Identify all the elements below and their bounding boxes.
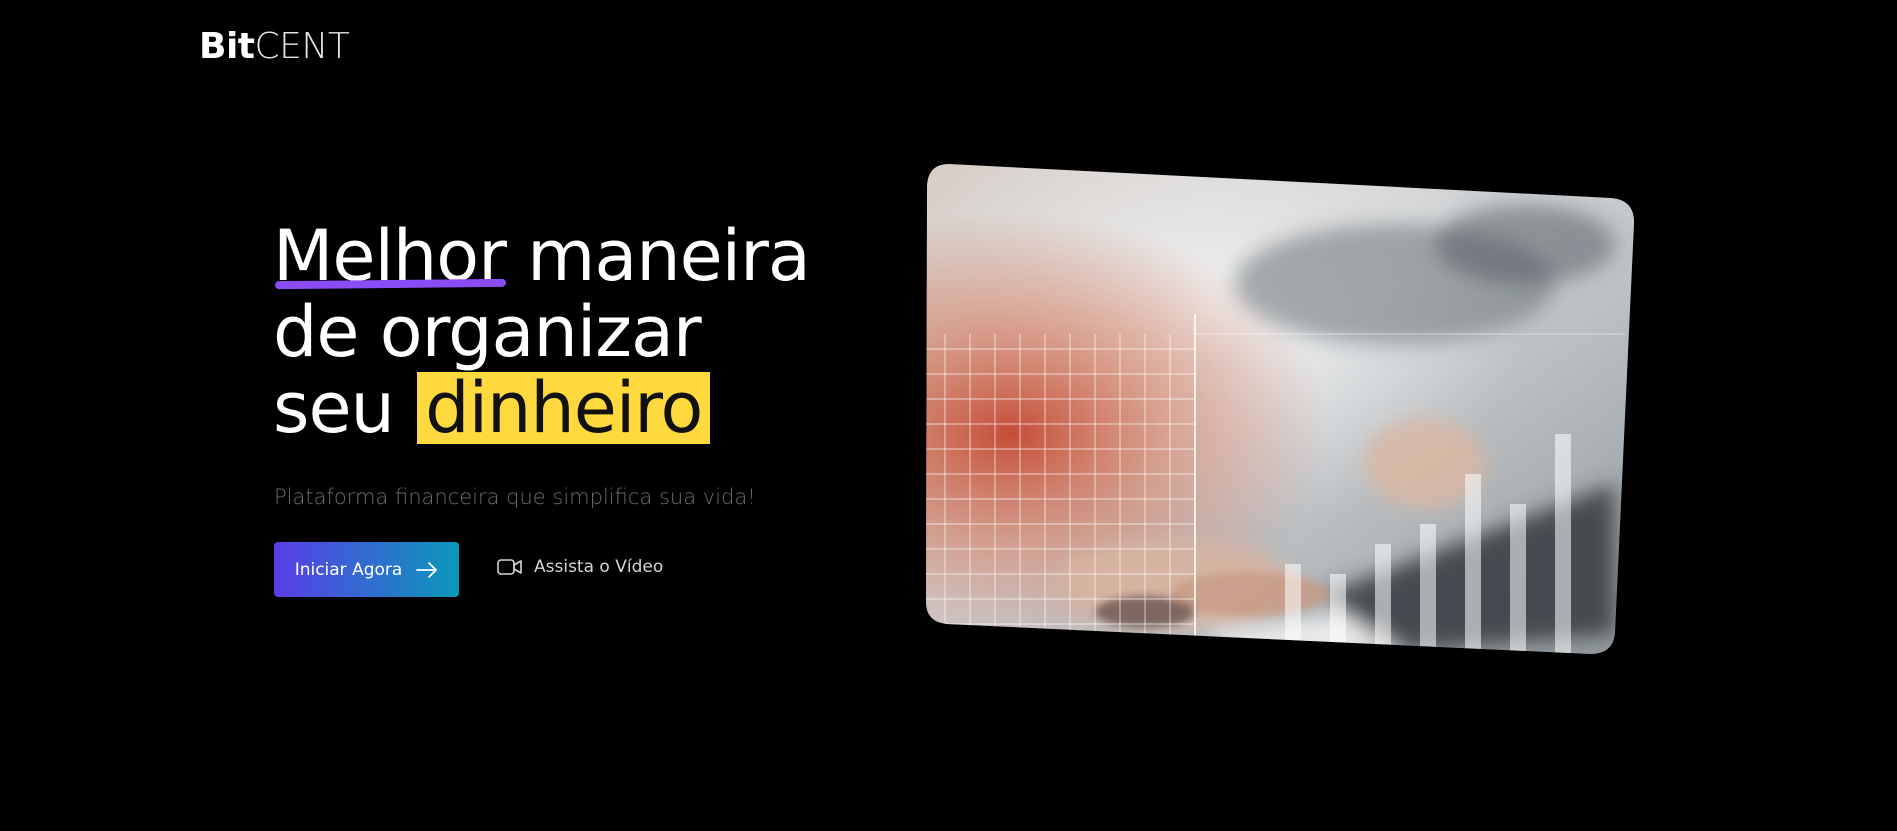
underlined-word: Melhor <box>273 215 507 297</box>
hero-photo <box>925 164 1635 654</box>
hero-title-line-1: Melhor maneira <box>273 218 873 294</box>
highlighted-word: dinheiro <box>417 372 711 444</box>
hero-title-line-2: de organizar <box>273 291 702 373</box>
brand-logo[interactable]: BitCENT <box>199 24 350 70</box>
landing-page: BitCENT Melhor maneira de organizar seu … <box>0 0 1897 831</box>
hero-title: Melhor maneira de organizar seu dinheiro <box>273 218 873 446</box>
hero-title-rest-1: maneira <box>505 215 811 297</box>
arrow-right-icon <box>416 561 438 578</box>
hero-title-line-3: seu dinheiro <box>273 370 873 446</box>
watch-video-link[interactable]: Assista o Vídeo <box>497 557 663 577</box>
hero-image <box>925 164 1635 654</box>
start-now-button[interactable]: Iniciar Agora <box>274 542 459 597</box>
watch-video-label: Assista o Vídeo <box>534 557 664 577</box>
start-now-label: Iniciar Agora <box>294 559 403 580</box>
logo-bold-text: Bit <box>199 26 255 67</box>
hero-title-word-3: seu <box>273 367 416 449</box>
logo-light-text: CENT <box>254 26 350 67</box>
video-camera-icon <box>497 559 522 575</box>
hero-subtitle: Plataforma financeira que simplifica sua… <box>274 485 756 509</box>
